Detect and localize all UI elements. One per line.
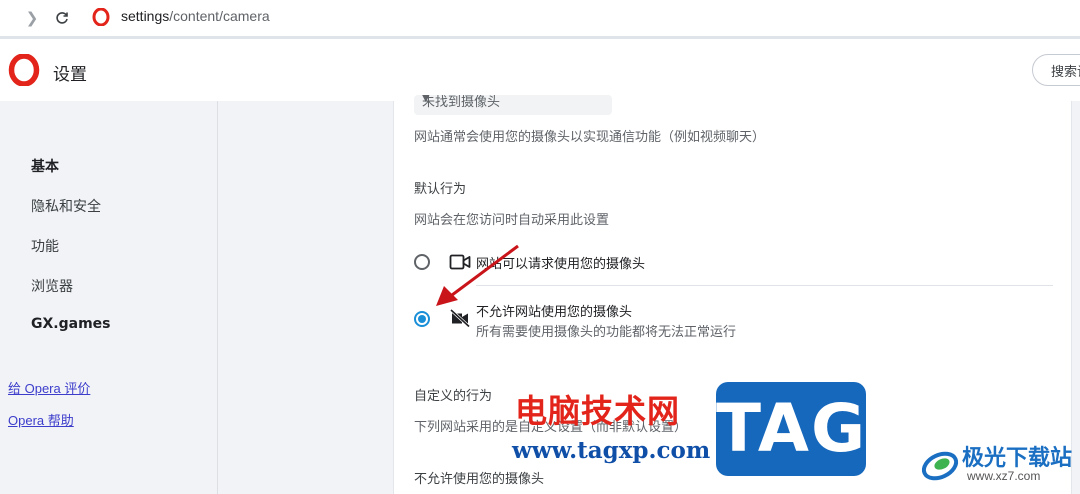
- opera-logo-icon: [8, 54, 40, 86]
- camera-intro-text: 网站通常会使用您的摄像头以实现通信功能（例如视频聊天）: [414, 130, 766, 145]
- sidebar-item-features[interactable]: 功能: [31, 236, 59, 256]
- option-allow-request-label: 网站可以请求使用您的摄像头: [476, 257, 646, 272]
- radio-block-camera[interactable]: [414, 311, 430, 327]
- chevron-down-icon: ▼: [422, 95, 430, 104]
- opera-logo-icon: [92, 8, 110, 26]
- sidebar-item-browser[interactable]: 浏览器: [31, 276, 73, 296]
- watermark-site-url: www.tagxp.com: [512, 437, 711, 464]
- aurora-logo-icon: [921, 451, 959, 481]
- default-behavior-description: 网站会在您访问时自动采用此设置: [414, 213, 610, 228]
- sidebar-item-basic[interactable]: 基本: [31, 156, 59, 176]
- reload-icon[interactable]: [50, 6, 74, 30]
- forward-icon[interactable]: ❯: [20, 6, 44, 30]
- watermark-brand-name: 极光下载站: [962, 446, 1073, 471]
- option-block-camera-sublabel: 所有需要使用摄像头的功能都将无法正常运行: [476, 325, 737, 340]
- watermark-site-name: 电脑技术网: [515, 392, 681, 430]
- option-block-camera-label: 不允许网站使用您的摄像头: [476, 305, 633, 320]
- default-behavior-heading: 默认行为: [414, 182, 467, 197]
- camera-off-icon: [449, 309, 471, 327]
- sidebar: 基本 隐私和安全 功能 浏览器 GX.games 给 Opera 评价 Oper…: [0, 101, 218, 494]
- radio-allow-request[interactable]: [414, 254, 430, 270]
- sidebar-item-gx-games[interactable]: GX.games: [31, 316, 111, 332]
- camera-select[interactable]: 未找到摄像头 ▼: [414, 95, 612, 115]
- watermark-tag-logo: TAG: [716, 382, 866, 476]
- camera-icon: [449, 254, 471, 270]
- settings-header: 设置 搜索设置: [0, 39, 1080, 101]
- page-title: 设置: [53, 65, 87, 85]
- url-host: settings: [121, 8, 170, 24]
- watermark-brand-url: www.xz7.com: [967, 469, 1041, 483]
- sidebar-item-privacy[interactable]: 隐私和安全: [31, 196, 101, 216]
- url-field[interactable]: settings/content/camera: [121, 8, 270, 24]
- address-bar: ❯ settings/content/camera: [0, 0, 1080, 36]
- custom-behavior-heading: 自定义的行为: [414, 389, 493, 404]
- blocked-sites-heading: 不允许使用您的摄像头: [414, 472, 545, 487]
- rate-opera-link[interactable]: 给 Opera 评价: [8, 378, 90, 397]
- search-settings-input[interactable]: 搜索设置: [1032, 54, 1080, 86]
- opera-help-link[interactable]: Opera 帮助: [8, 410, 74, 429]
- url-path: /content/camera: [169, 8, 270, 24]
- option-divider: [476, 285, 1053, 286]
